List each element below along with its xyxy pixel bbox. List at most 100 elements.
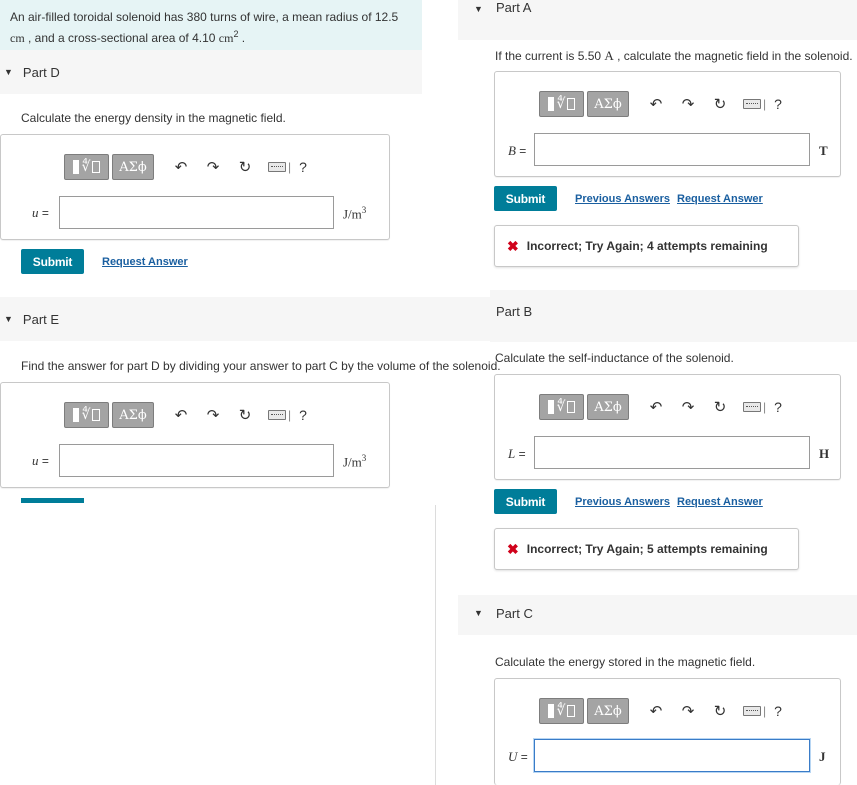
part-b-previous-answers-link[interactable]: Previous Answers bbox=[575, 496, 670, 508]
collapse-triangle-icon[interactable]: ▼ bbox=[474, 4, 483, 14]
help-icon[interactable]: ? bbox=[299, 159, 307, 175]
part-d-eq: = bbox=[38, 206, 49, 220]
undo-icon[interactable]: ↶ bbox=[647, 94, 665, 114]
templates-button[interactable]: ∜ bbox=[539, 91, 584, 117]
problem-line-2-end: . bbox=[238, 31, 246, 45]
part-e-unit: J/m3 bbox=[343, 453, 366, 470]
part-e-answer-input[interactable] bbox=[59, 444, 334, 477]
reset-icon[interactable]: ↻ bbox=[236, 157, 254, 177]
part-e-answer-box: ∜ ΑΣϕ ↶ ↷ ↻ | ? u = J/m3 bbox=[0, 382, 390, 488]
reset-icon[interactable]: ↻ bbox=[236, 405, 254, 425]
redo-icon[interactable]: ↷ bbox=[204, 405, 222, 425]
keyboard-icon[interactable] bbox=[743, 402, 761, 412]
help-icon[interactable]: ? bbox=[774, 703, 782, 719]
collapse-triangle-icon[interactable]: ▼ bbox=[4, 314, 13, 324]
part-b-answer-input[interactable] bbox=[534, 436, 810, 469]
templates-button[interactable]: ∜ bbox=[539, 394, 584, 420]
part-d-variable-label: u = bbox=[32, 205, 49, 221]
toolbar-divider: | bbox=[763, 400, 767, 414]
part-c-prompt: Calculate the energy stored in the magne… bbox=[495, 655, 756, 669]
part-a-feedback-text: Incorrect; Try Again; 4 attempts remaini… bbox=[526, 239, 768, 253]
part-a-previous-answers-link[interactable]: Previous Answers bbox=[575, 193, 670, 205]
incorrect-x-icon: ✖ bbox=[507, 237, 519, 254]
unit-cm2: cm bbox=[218, 31, 234, 45]
greek-symbols-button[interactable]: ΑΣϕ bbox=[587, 394, 629, 420]
part-a-toolbar: ∜ ΑΣϕ ↶ ↷ ↻ | ? bbox=[539, 91, 782, 117]
part-d-unit: J/m3 bbox=[343, 205, 366, 222]
collapse-triangle-icon[interactable]: ▼ bbox=[474, 608, 483, 618]
reset-icon[interactable]: ↻ bbox=[711, 397, 729, 417]
part-b-variable-label: L = bbox=[508, 446, 526, 462]
part-b-title: Part B bbox=[496, 304, 533, 319]
toolbar-divider: | bbox=[763, 97, 767, 111]
part-d-toolbar: ∜ ΑΣϕ ↶ ↷ ↻ | ? bbox=[64, 154, 307, 180]
templates-button[interactable]: ∜ bbox=[64, 154, 109, 180]
undo-icon[interactable]: ↶ bbox=[172, 405, 190, 425]
templates-button[interactable]: ∜ bbox=[539, 698, 584, 724]
part-a-prompt-post: , calculate the magnetic field in the so… bbox=[613, 49, 853, 63]
problem-line-2: cm , and a cross-sectional area of 4.10 … bbox=[10, 26, 412, 47]
help-icon[interactable]: ? bbox=[299, 407, 307, 423]
part-c-toolbar: ∜ ΑΣϕ ↶ ↷ ↻ | ? bbox=[539, 698, 782, 724]
part-e-eq: = bbox=[38, 454, 49, 468]
part-e-title: Part E bbox=[22, 311, 60, 327]
collapse-triangle-icon[interactable]: ▼ bbox=[4, 67, 13, 77]
part-e-unit-sup: 3 bbox=[361, 453, 367, 463]
part-d-request-answer-link[interactable]: Request Answer bbox=[102, 256, 188, 268]
part-d-answer-box: ∜ ΑΣϕ ↶ ↷ ↻ | ? u = J/m3 bbox=[0, 134, 390, 240]
part-b-answer-box: ∜ ΑΣϕ ↶ ↷ ↻ | ? L = H bbox=[494, 374, 841, 480]
greek-symbols-button[interactable]: ΑΣϕ bbox=[112, 154, 154, 180]
greek-symbols-button[interactable]: ΑΣϕ bbox=[587, 698, 629, 724]
reset-icon[interactable]: ↻ bbox=[711, 701, 729, 721]
part-a-prompt-unit: A bbox=[604, 48, 614, 63]
part-a-prompt-pre: If the current is 5.50 bbox=[495, 49, 605, 63]
problem-line-1: An air-filled toroidal solenoid has 380 … bbox=[10, 10, 399, 24]
part-b-unit: H bbox=[819, 446, 830, 461]
part-a-request-answer-link[interactable]: Request Answer bbox=[677, 193, 763, 205]
part-e-toolbar: ∜ ΑΣϕ ↶ ↷ ↻ | ? bbox=[64, 402, 307, 428]
part-a-header[interactable]: ▼ Part A bbox=[458, 0, 857, 40]
greek-symbols-button[interactable]: ΑΣϕ bbox=[112, 402, 154, 428]
reset-icon[interactable]: ↻ bbox=[711, 94, 729, 114]
toolbar-divider: | bbox=[288, 408, 292, 422]
part-c-eq: = bbox=[517, 750, 528, 764]
part-c-var: U bbox=[508, 749, 518, 764]
keyboard-icon[interactable] bbox=[268, 162, 286, 172]
part-a-answer-input[interactable] bbox=[534, 133, 810, 166]
part-e-header[interactable]: ▼ Part E bbox=[0, 297, 490, 341]
part-e-variable-label: u = bbox=[32, 453, 49, 469]
part-d-submit-button[interactable]: Submit bbox=[21, 249, 84, 274]
redo-icon[interactable]: ↷ bbox=[679, 94, 697, 114]
redo-icon[interactable]: ↷ bbox=[679, 701, 697, 721]
help-icon[interactable]: ? bbox=[774, 96, 782, 112]
redo-icon[interactable]: ↷ bbox=[204, 157, 222, 177]
part-a-submit-button[interactable]: Submit bbox=[494, 186, 557, 211]
keyboard-icon[interactable] bbox=[743, 99, 761, 109]
part-a-prompt: If the current is 5.50 A , calculate the… bbox=[495, 48, 853, 64]
part-e-submit-button-partial[interactable] bbox=[21, 498, 84, 503]
part-a-eq: = bbox=[515, 144, 527, 158]
part-d-unit-text: J/m bbox=[343, 206, 362, 222]
keyboard-icon[interactable] bbox=[268, 410, 286, 420]
undo-icon[interactable]: ↶ bbox=[172, 157, 190, 177]
part-d-prompt: Calculate the energy density in the magn… bbox=[21, 111, 286, 125]
part-d-header[interactable]: ▼ Part D bbox=[0, 50, 422, 94]
part-d-answer-input[interactable] bbox=[59, 196, 334, 229]
undo-icon[interactable]: ↶ bbox=[647, 397, 665, 417]
part-c-header[interactable]: ▼ Part C bbox=[458, 595, 857, 635]
part-b-header[interactable]: Part B bbox=[490, 290, 857, 342]
greek-symbols-button[interactable]: ΑΣϕ bbox=[587, 91, 629, 117]
part-b-submit-button[interactable]: Submit bbox=[494, 489, 557, 514]
undo-icon[interactable]: ↶ bbox=[647, 701, 665, 721]
redo-icon[interactable]: ↷ bbox=[679, 397, 697, 417]
part-d-unit-sup: 3 bbox=[361, 205, 367, 215]
part-b-request-answer-link[interactable]: Request Answer bbox=[677, 496, 763, 508]
part-a-answer-box: ∜ ΑΣϕ ↶ ↷ ↻ | ? B = T bbox=[494, 71, 841, 177]
keyboard-icon[interactable] bbox=[743, 706, 761, 716]
part-c-variable-label: U = bbox=[508, 749, 528, 765]
part-b-toolbar: ∜ ΑΣϕ ↶ ↷ ↻ | ? bbox=[539, 394, 782, 420]
part-c-answer-input[interactable] bbox=[534, 739, 810, 772]
part-c-answer-box: ∜ ΑΣϕ ↶ ↷ ↻ | ? U = J bbox=[494, 678, 841, 785]
help-icon[interactable]: ? bbox=[774, 399, 782, 415]
templates-button[interactable]: ∜ bbox=[64, 402, 109, 428]
